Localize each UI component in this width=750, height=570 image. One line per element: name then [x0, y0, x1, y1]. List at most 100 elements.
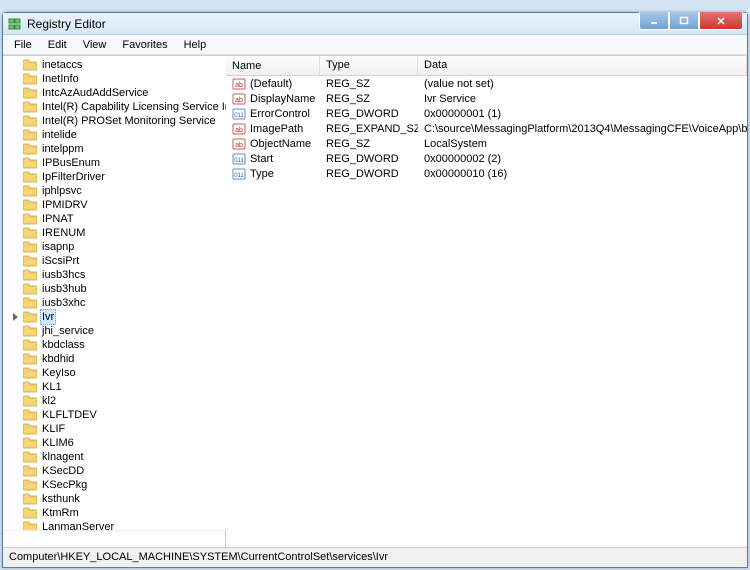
tree-item[interactable]: KLIM6 — [5, 436, 226, 450]
menu-edit[interactable]: Edit — [41, 37, 74, 53]
tree-item[interactable]: intelide — [5, 128, 226, 142]
tree-item[interactable]: iusb3hcs — [5, 268, 226, 282]
list-h-scrollbar[interactable] — [226, 530, 747, 547]
tree-item[interactable]: iScsiPrt — [5, 254, 226, 268]
tree-item[interactable]: jhi_service — [5, 324, 226, 338]
tree-item[interactable]: klnagent — [5, 450, 226, 464]
tree-item-label: IPBusEnum — [40, 156, 102, 170]
minimize-button[interactable] — [639, 12, 669, 30]
folder-icon — [23, 143, 37, 155]
content-area: inetaccsInetInfoIntcAzAudAddServiceIntel… — [3, 55, 747, 547]
cell-type: REG_DWORD — [320, 153, 418, 165]
list-pane[interactable]: Name Type Data ab(Default)REG_SZ(value n… — [226, 56, 747, 547]
list-row[interactable]: abDisplayNameREG_SZIvr Service — [226, 91, 747, 106]
tree-item[interactable]: kbdhid — [5, 352, 226, 366]
window-controls — [639, 12, 743, 30]
menu-help[interactable]: Help — [177, 37, 214, 53]
expand-icon[interactable] — [11, 313, 20, 322]
tree-item[interactable]: IRENUM — [5, 226, 226, 240]
cell-data: 0x00000002 (2) — [418, 153, 747, 165]
svg-text:011: 011 — [234, 113, 244, 119]
tree-item[interactable]: KeyIso — [5, 366, 226, 380]
tree-item[interactable]: kbdclass — [5, 338, 226, 352]
tree-item-label: iScsiPrt — [40, 254, 81, 268]
tree-item[interactable]: iusb3hub — [5, 282, 226, 296]
tree-item[interactable]: KL1 — [5, 380, 226, 394]
folder-icon — [23, 283, 37, 295]
app-icon — [7, 16, 23, 32]
list-row[interactable]: 011TypeREG_DWORD0x00000010 (16) — [226, 166, 747, 181]
value-name: ImagePath — [250, 123, 303, 135]
cell-name: abObjectName — [226, 137, 320, 151]
folder-icon — [23, 87, 37, 99]
menu-view[interactable]: View — [76, 37, 114, 53]
tree-item[interactable]: IpFilterDriver — [5, 170, 226, 184]
tree-item-label: IRENUM — [40, 226, 87, 240]
tree-item-label: IPMIDRV — [40, 198, 90, 212]
menu-file[interactable]: File — [7, 37, 39, 53]
list-row[interactable]: 011ErrorControlREG_DWORD0x00000001 (1) — [226, 106, 747, 121]
titlebar[interactable]: Registry Editor — [3, 13, 747, 35]
menu-favorites[interactable]: Favorites — [115, 37, 174, 53]
folder-icon — [23, 129, 37, 141]
tree-item[interactable]: iphlpsvc — [5, 184, 226, 198]
tree-item[interactable]: IPBusEnum — [5, 156, 226, 170]
tree-item[interactable]: IPNAT — [5, 212, 226, 226]
folder-icon — [23, 521, 37, 530]
col-header-data[interactable]: Data — [418, 56, 747, 75]
tree-item[interactable]: iusb3xhc — [5, 296, 226, 310]
col-header-name[interactable]: Name — [226, 56, 320, 75]
tree-item[interactable]: Ivr — [5, 310, 226, 324]
folder-icon — [23, 451, 37, 463]
close-button[interactable] — [699, 12, 743, 30]
folder-icon — [23, 199, 37, 211]
tree-item[interactable]: KSecPkg — [5, 478, 226, 492]
window-title: Registry Editor — [27, 17, 743, 31]
tree-item[interactable]: isapnp — [5, 240, 226, 254]
cell-data: 0x00000001 (1) — [418, 108, 747, 120]
tree-item-label: LanmanServer — [40, 520, 116, 530]
cell-data: Ivr Service — [418, 93, 747, 105]
tree-item[interactable]: ksthunk — [5, 492, 226, 506]
tree-item-label: inetaccs — [40, 58, 84, 72]
folder-icon — [23, 353, 37, 365]
tree-item[interactable]: KSecDD — [5, 464, 226, 478]
tree-item[interactable]: KLIF — [5, 422, 226, 436]
value-name: Type — [250, 168, 274, 180]
cell-data: (value not set) — [418, 78, 747, 90]
tree-item-label: IntcAzAudAddService — [40, 86, 150, 100]
tree-h-scrollbar[interactable] — [3, 530, 225, 547]
statusbar: Computer\HKEY_LOCAL_MACHINE\SYSTEM\Curre… — [3, 547, 747, 567]
cell-name: 011ErrorControl — [226, 107, 320, 121]
tree-item[interactable]: IntcAzAudAddService — [5, 86, 226, 100]
tree-item[interactable]: IPMIDRV — [5, 198, 226, 212]
folder-icon — [23, 325, 37, 337]
list-row[interactable]: abImagePathREG_EXPAND_SZC:\source\Messag… — [226, 121, 747, 136]
tree-item[interactable]: intelppm — [5, 142, 226, 156]
list-row[interactable]: ab(Default)REG_SZ(value not set) — [226, 76, 747, 91]
col-header-type[interactable]: Type — [320, 56, 418, 75]
tree-item[interactable]: KtmRm — [5, 506, 226, 520]
tree-item[interactable]: Intel(R) PROSet Monitoring Service — [5, 114, 226, 128]
list-row[interactable]: 011StartREG_DWORD0x00000002 (2) — [226, 151, 747, 166]
tree-item[interactable]: kl2 — [5, 394, 226, 408]
tree-item-label: kbdhid — [40, 352, 76, 366]
list-row[interactable]: abObjectNameREG_SZLocalSystem — [226, 136, 747, 151]
cell-name: 011Start — [226, 152, 320, 166]
dword-icon: 011 — [232, 107, 246, 121]
svg-text:011: 011 — [234, 173, 244, 179]
tree-item[interactable]: InetInfo — [5, 72, 226, 86]
folder-icon — [23, 157, 37, 169]
tree-item-label: iusb3hcs — [40, 268, 87, 282]
tree-item-label: kl2 — [40, 394, 58, 408]
tree-item[interactable]: inetaccs — [5, 58, 226, 72]
tree-item[interactable]: KLFLTDEV — [5, 408, 226, 422]
cell-name: ab(Default) — [226, 77, 320, 91]
tree-item[interactable]: Intel(R) Capability Licensing Service In… — [5, 100, 226, 114]
tree-item[interactable]: LanmanServer — [5, 520, 226, 530]
folder-icon — [23, 311, 37, 323]
folder-icon — [23, 269, 37, 281]
tree-pane[interactable]: inetaccsInetInfoIntcAzAudAddServiceIntel… — [3, 56, 226, 530]
cell-name: abImagePath — [226, 122, 320, 136]
maximize-button[interactable] — [669, 12, 699, 30]
